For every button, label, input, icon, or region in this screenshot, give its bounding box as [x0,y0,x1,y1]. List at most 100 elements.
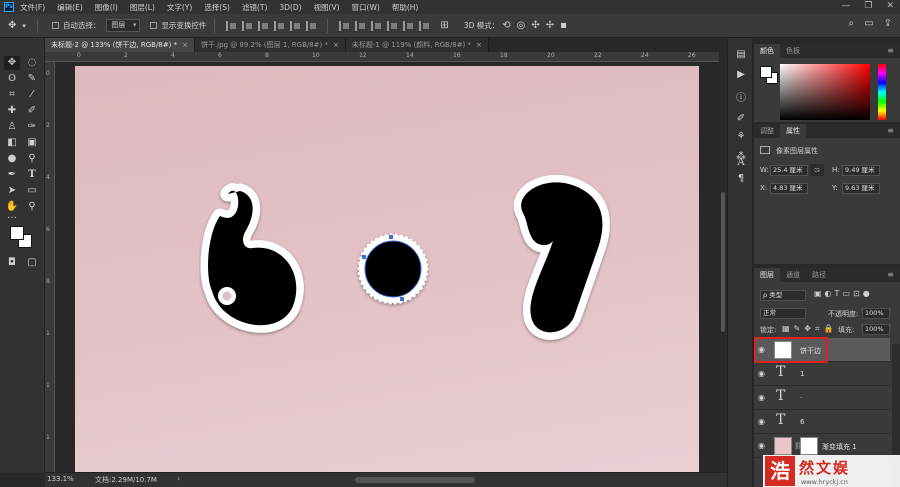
tab-layers[interactable]: 图层 [754,268,780,282]
close-tab-icon[interactable]: × [476,41,482,49]
lasso-tool-icon[interactable]: ʘ [4,72,20,86]
menu-layer[interactable]: 图层(L) [130,2,155,13]
visibility-eye-icon[interactable]: ◉ [758,393,765,402]
history-brush-tool-icon[interactable]: ✑ [24,120,40,134]
document-canvas[interactable] [75,66,699,472]
distribute-hcenter-icon[interactable] [403,20,414,31]
dropdown-arrow-icon[interactable]: ▾ [22,22,26,30]
panel-menu-icon[interactable]: ≡ [887,124,894,138]
hue-slider[interactable] [878,64,886,120]
align-vcenter-icon[interactable] [242,20,253,31]
y-field[interactable]: 9.63 厘米 [842,183,880,194]
visibility-eye-icon[interactable]: ◉ [758,441,765,450]
panel-menu-icon[interactable]: ≡ [887,268,894,282]
search-icon[interactable]: ⌕ [849,18,855,29]
close-tab-icon[interactable]: × [333,41,339,49]
dot-shape[interactable] [357,233,429,305]
healing-tool-icon[interactable]: ✚ [4,104,20,118]
distribute-top-icon[interactable] [339,20,350,31]
menu-select[interactable]: 选择(S) [204,2,230,13]
link-dimensions-icon[interactable]: ශ [810,164,824,176]
align-top-icon[interactable] [226,20,237,31]
zoom-level[interactable]: 133.1% [47,475,74,483]
menu-window[interactable]: 窗口(W) [352,2,380,13]
dodge-tool-icon[interactable]: ⚲ [24,152,40,166]
marquee-tool-icon[interactable]: ◌ [24,56,40,70]
menu-file[interactable]: 文件(F) [20,2,45,13]
path-select-tool-icon[interactable]: ➤ [4,184,20,198]
foreground-color-swatch[interactable] [10,226,24,240]
align-bottom-icon[interactable] [258,20,269,31]
quick-select-tool-icon[interactable]: ✎ [24,72,40,86]
tab-cookie-jpg[interactable]: 饼干.jpg @ 89.2% (图层 1, RGB/8#) * × [194,38,346,52]
workspace-icon[interactable]: ▭ [864,18,873,29]
menu-filter[interactable]: 滤镜(T) [242,2,267,13]
lock-icons[interactable]: ▦✎✥⌗🔒 [782,324,837,334]
blur-tool-icon[interactable]: ● [4,152,20,166]
layer-filter-dropdown[interactable]: ρ 类型 [760,290,806,301]
pasteboard[interactable] [55,62,719,472]
auto-select-checkbox[interactable] [51,22,59,29]
distribute-bottom-icon[interactable] [371,20,382,31]
fill-field[interactable]: 100% [862,324,890,335]
align-hcenter-icon[interactable] [290,20,301,31]
auto-align-icon[interactable]: ⊞ [440,20,448,31]
tab-untitled-2[interactable]: 未标题-2 @ 133% (饼干边, RGB/8#) * × [45,38,195,52]
blend-mode-dropdown[interactable]: 正常 [760,308,806,319]
3d-scale-icon[interactable]: ▪ [560,20,567,31]
tab-paths[interactable]: 路径 [806,268,832,282]
quick-mask-icon[interactable]: ◘ [4,256,20,270]
clone-source-icon[interactable]: ⚘ [734,130,748,144]
tab-properties[interactable]: 属性 [780,124,806,138]
tab-adjustments[interactable]: 调整 [754,124,780,138]
height-field[interactable]: 9.49 厘米 [842,165,880,176]
menu-edit[interactable]: 编辑(E) [57,2,83,13]
visibility-eye-icon[interactable]: ◉ [758,417,765,426]
menu-image[interactable]: 图像(I) [95,2,118,13]
history-icon[interactable]: ▤ [734,48,748,62]
distribute-vcenter-icon[interactable] [355,20,366,31]
3d-orbit-icon[interactable]: ⟲ [502,20,510,31]
color-picker-field[interactable] [780,64,870,120]
tab-color[interactable]: 颜色 [754,44,780,58]
eraser-tool-icon[interactable]: ◧ [4,136,20,150]
menu-type[interactable]: 文字(Y) [167,2,192,13]
type-tool-icon[interactable]: T [24,168,40,182]
3d-pan-icon[interactable]: ✣ [531,20,539,31]
menu-view[interactable]: 视图(V) [314,2,340,13]
distribute-left-icon[interactable] [387,20,398,31]
move-tool-icon[interactable]: ✥ [4,56,20,70]
3d-slide-icon[interactable]: ✢ [546,20,554,31]
filter-icons[interactable]: ▣◐T▭⊡● [814,289,873,298]
more-tools-icon[interactable]: ··· [4,212,20,226]
maximize-button[interactable]: ❐ [864,1,872,11]
opacity-field[interactable]: 100% [862,308,890,319]
digit-one-shape[interactable] [513,174,610,340]
move-tool-icon[interactable]: ✥ [8,20,16,31]
panel-foreground-swatch[interactable] [760,66,772,78]
horizontal-scrollbar-thumb[interactable] [355,477,475,483]
auto-select-dropdown[interactable]: 图层 [106,19,141,32]
shape-tool-icon[interactable]: ▭ [24,184,40,198]
crop-tool-icon[interactable]: ⌗ [4,88,20,102]
share-icon[interactable]: ⇪ [884,18,892,29]
pen-tool-icon[interactable]: ✒ [4,168,20,182]
brush-settings-icon[interactable]: ✐ [734,112,748,126]
actions-play-icon[interactable]: ▶ [734,68,748,82]
digit-six-shape[interactable] [200,183,304,333]
width-field[interactable]: 25.4 厘米 [770,165,808,176]
show-transform-checkbox[interactable] [150,22,158,29]
layer-row-text-dot[interactable]: ◉ T · [754,386,890,410]
tab-channels[interactable]: 通道 [780,268,806,282]
status-menu-arrow-icon[interactable]: › [177,474,180,483]
close-button[interactable]: ✕ [886,1,894,11]
stamp-tool-icon[interactable]: ♙ [4,120,20,134]
3d-roll-icon[interactable]: ◎ [517,20,526,31]
eyedropper-tool-icon[interactable]: ⁄ [24,88,40,102]
close-tab-icon[interactable]: × [182,41,188,49]
align-right-icon[interactable] [306,20,317,31]
screen-mode-icon[interactable]: ▢ [24,256,40,270]
layer-row-text-6[interactable]: ◉ T 6 [754,410,890,434]
x-field[interactable]: 4.83 厘米 [770,183,808,194]
tab-swatches[interactable]: 色板 [780,44,806,58]
